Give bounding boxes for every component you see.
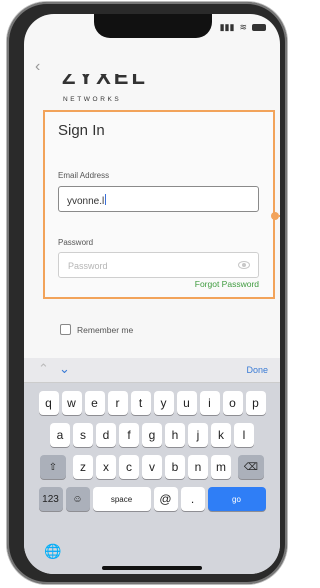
key-z[interactable]: z	[73, 455, 93, 479]
app-screen: ▮▮▮ ≋ ‹ ZYXEL NETWORKS Sign In Email Add…	[24, 14, 280, 574]
home-indicator	[102, 566, 202, 570]
key-v[interactable]: v	[142, 455, 162, 479]
battery-icon	[252, 24, 266, 31]
key-row-3: ⇧ z x c v b n m ⌫	[24, 455, 280, 479]
key-d[interactable]: d	[96, 423, 116, 447]
status-bar: ▮▮▮ ≋	[220, 22, 266, 33]
signin-title: Sign In	[58, 122, 105, 139]
emoji-icon[interactable]: ☺	[65, 487, 90, 511]
key-x[interactable]: x	[96, 455, 116, 479]
key-i[interactable]: i	[199, 391, 220, 415]
phone-frame: ▮▮▮ ≋ ‹ ZYXEL NETWORKS Sign In Email Add…	[7, 2, 287, 584]
remember-me[interactable]: Remember me	[60, 324, 133, 335]
key-row-1: q w e r t y u i o p	[24, 391, 280, 415]
password-field[interactable]	[58, 252, 259, 278]
zyxel-logo: ZYXEL NETWORKS	[62, 74, 172, 108]
dot-key[interactable]: .	[180, 487, 205, 511]
key-s[interactable]: s	[73, 423, 93, 447]
at-key[interactable]: @	[153, 487, 178, 511]
eye-icon[interactable]	[238, 261, 250, 269]
wifi-icon: ≋	[239, 22, 247, 32]
text-cursor	[105, 194, 107, 205]
numbers-key[interactable]: 123	[38, 487, 63, 511]
key-y[interactable]: y	[153, 391, 174, 415]
key-a[interactable]: a	[50, 423, 70, 447]
key-c[interactable]: c	[119, 455, 139, 479]
callout-dot	[271, 212, 279, 220]
forgot-password-link[interactable]: Forgot Password	[195, 279, 259, 289]
done-button[interactable]: Done	[246, 365, 268, 375]
key-p[interactable]: p	[245, 391, 266, 415]
signal-icon: ▮▮▮	[219, 22, 235, 32]
key-h[interactable]: h	[165, 423, 185, 447]
password-input[interactable]	[66, 257, 230, 275]
notch	[94, 14, 212, 38]
chevron-down-icon[interactable]: ⌄	[59, 361, 70, 377]
key-e[interactable]: e	[84, 391, 105, 415]
key-row-2: a s d f g h j k l	[24, 423, 280, 447]
logo-tagline: NETWORKS	[63, 96, 122, 103]
key-u[interactable]: u	[176, 391, 197, 415]
backspace-icon[interactable]: ⌫	[238, 455, 264, 479]
signin-card: Sign In Email Address yvonne.l Password …	[43, 110, 275, 299]
key-w[interactable]: w	[61, 391, 82, 415]
email-value: yvonne.l	[67, 194, 107, 207]
key-q[interactable]: q	[38, 391, 59, 415]
key-n[interactable]: n	[188, 455, 208, 479]
key-k[interactable]: k	[211, 423, 231, 447]
key-b[interactable]: b	[165, 455, 185, 479]
space-key[interactable]: space	[92, 487, 151, 511]
email-field[interactable]: yvonne.l	[58, 186, 259, 212]
logo-brand: ZYXEL	[62, 74, 148, 89]
key-l[interactable]: l	[234, 423, 254, 447]
key-m[interactable]: m	[211, 455, 231, 479]
key-f[interactable]: f	[119, 423, 139, 447]
key-j[interactable]: j	[188, 423, 208, 447]
callout-line	[279, 215, 280, 217]
back-icon[interactable]: ‹	[35, 58, 40, 76]
go-button[interactable]: go	[207, 487, 266, 511]
remember-label: Remember me	[77, 324, 134, 335]
key-g[interactable]: g	[142, 423, 162, 447]
keyboard: ⌃ ⌄ Done q w e r t y u i o p a s d f g h…	[24, 358, 280, 574]
remember-checkbox[interactable]	[60, 324, 71, 335]
keyboard-accessory-bar: ⌃ ⌄ Done	[24, 358, 280, 383]
shift-icon[interactable]: ⇧	[40, 455, 66, 479]
chevron-up-icon[interactable]: ⌃	[38, 361, 49, 377]
key-o[interactable]: o	[222, 391, 243, 415]
key-t[interactable]: t	[130, 391, 151, 415]
email-label: Email Address	[58, 171, 110, 180]
key-r[interactable]: r	[107, 391, 128, 415]
key-row-4: 123 ☺ space @ . go	[24, 487, 280, 511]
password-label: Password	[58, 238, 94, 247]
globe-icon[interactable]: 🌐	[44, 543, 61, 560]
